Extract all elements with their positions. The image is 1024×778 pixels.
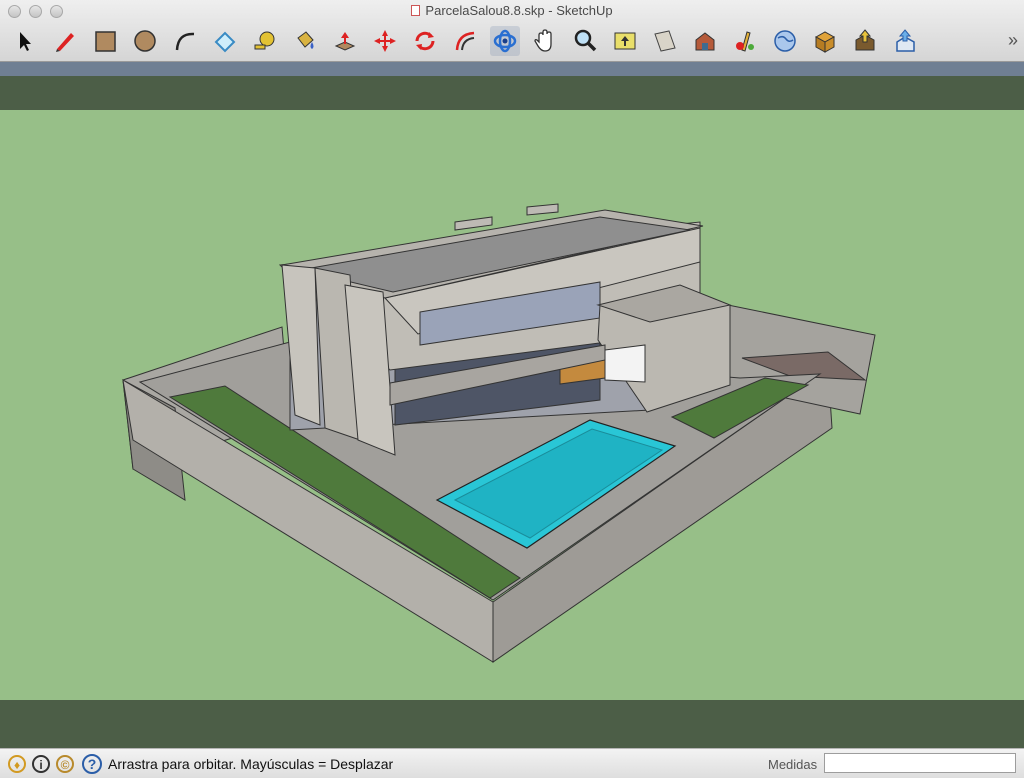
window-title: ParcelaSalou8.8.skp - SketchUp [0,3,1024,18]
pan-hand-icon [534,29,552,52]
earth-tool-button[interactable] [770,26,800,56]
warehouse-icon [695,32,715,51]
extension-warehouse-icon [814,31,836,53]
orbit-tool-button[interactable] [490,26,520,56]
viewport-horizon-bottom [0,700,1024,748]
signin-icon[interactable]: © [56,755,74,773]
move-tool-button[interactable] [370,26,400,56]
window-title-text: ParcelaSalou8.8.skp - SketchUp [425,3,613,18]
rotate-tool-button[interactable] [410,26,440,56]
zoom-extents-icon [614,32,636,50]
measurements-label: Medidas [768,757,818,772]
title-bar: ParcelaSalou8.8.skp - SketchUp » [0,0,1024,62]
select-arrow-icon [20,32,31,51]
circle-tool-button[interactable] [130,26,160,56]
credits-icon[interactable]: i [32,755,50,773]
get-model-icon [855,29,875,51]
viewport-top-strip [0,62,1024,76]
components-tool-button[interactable] [730,26,760,56]
offset-tool-button[interactable] [450,26,480,56]
paint-bucket-icon [297,31,314,49]
earth-icon [774,30,796,52]
get-model-tool-button[interactable] [850,26,880,56]
section-plane-tool-button[interactable] [650,26,680,56]
rotate-icon [415,31,435,51]
offset-icon [455,31,475,51]
measurements-input[interactable] [824,753,1016,773]
pan-tool-button[interactable] [530,26,560,56]
viewport-sky [0,76,1024,110]
model-viewport[interactable] [0,110,1024,700]
status-message: Arrastra para orbitar. Mayúsculas = Desp… [108,756,394,772]
orbit-icon [493,29,517,53]
share-model-icon [896,29,915,52]
tape-measure-tool-button[interactable] [250,26,280,56]
push-pull-icon [334,32,356,51]
roof-vent [454,216,493,231]
document-icon [411,5,421,16]
help-icon[interactable]: ? [82,754,102,774]
zoom-extents-tool-button[interactable] [610,26,640,56]
status-bar: ♦ i © ? Arrastra para orbitar. Mayúscula… [0,748,1024,778]
tape-measure-icon [254,31,275,50]
arc-tool-button[interactable] [170,26,200,56]
arc-icon [175,32,195,51]
select-tool-button[interactable] [10,26,40,56]
components-icon [736,31,754,52]
extension-warehouse-tool-button[interactable] [810,26,840,56]
eraser-tool-button[interactable] [210,26,240,56]
share-model-tool-button[interactable] [890,26,920,56]
roof-chimney [526,203,559,216]
push-pull-tool-button[interactable] [330,26,360,56]
move-icon [374,30,396,52]
pencil-line-icon [56,33,74,52]
section-plane-icon [654,30,676,52]
zoom-tool-button[interactable] [570,26,600,56]
paint-bucket-tool-button[interactable] [290,26,320,56]
rectangle-icon [95,31,116,52]
geo-location-icon[interactable]: ♦ [8,755,26,773]
side-balcony-opening [604,344,646,383]
circle-icon [134,30,156,52]
rectangle-tool-button[interactable] [90,26,120,56]
zoom-magnifier-icon [574,29,597,52]
chevron-double-right-icon[interactable]: » [1008,30,1018,51]
warehouse-tool-button[interactable] [690,26,720,56]
pencil-tool-button[interactable] [50,26,80,56]
eraser-icon [214,31,236,53]
